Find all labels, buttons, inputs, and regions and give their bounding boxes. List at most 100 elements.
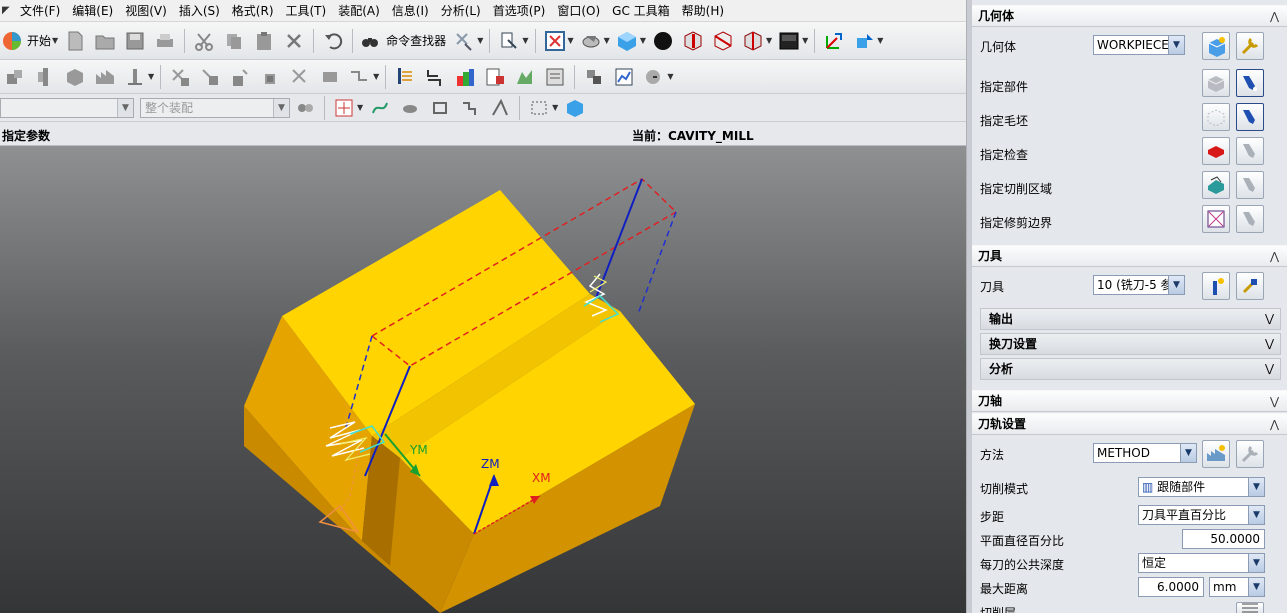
assembly-scope-combo[interactable]: 整个装配 ▼	[140, 97, 290, 118]
select-filter-icon[interactable]	[450, 27, 478, 55]
delete-object-icon[interactable]	[286, 63, 314, 91]
chevron-down-icon[interactable]: ⋁	[1265, 359, 1274, 379]
tool-path-icon[interactable]	[346, 63, 374, 91]
specify-trim-boundary-button[interactable]	[1202, 205, 1230, 233]
menu-file[interactable]: 文件(F)	[14, 0, 66, 22]
chevron-down-icon[interactable]: ▼	[1168, 36, 1184, 54]
edit-tool-button[interactable]	[1236, 272, 1264, 300]
analysis-subsection[interactable]: 分析 ⋁	[980, 358, 1281, 380]
menu-insert[interactable]: 插入(S)	[173, 0, 226, 22]
specify-part-button[interactable]	[1202, 69, 1230, 97]
display-part-button[interactable]	[1236, 69, 1264, 97]
select-body-icon[interactable]	[561, 94, 589, 122]
save-icon[interactable]	[121, 27, 149, 55]
chevron-up-icon[interactable]: ⋀	[1270, 246, 1279, 267]
chevron-down-icon[interactable]: ▼	[373, 72, 379, 81]
tool-axis-section-header[interactable]: 刀轴 ⋁	[972, 390, 1287, 412]
print-icon[interactable]	[151, 27, 179, 55]
fit-view-icon[interactable]	[541, 27, 569, 55]
snap-feature-icon[interactable]	[486, 94, 514, 122]
snap-point-icon[interactable]	[330, 94, 358, 122]
menu-tools[interactable]: 工具(T)	[280, 0, 333, 22]
graphics-viewport[interactable]: YM ZM XM	[0, 146, 966, 613]
geometry-select[interactable]: WORKPIECE_C( ▼	[1093, 35, 1185, 55]
chevron-down-icon[interactable]: ▼	[1248, 578, 1264, 596]
copy-icon[interactable]	[220, 27, 248, 55]
delete-icon[interactable]	[280, 27, 308, 55]
wcs-dynamic-icon[interactable]	[850, 27, 878, 55]
menu-format[interactable]: 格式(R)	[226, 0, 280, 22]
chevron-down-icon[interactable]: ▼	[117, 98, 133, 117]
chevron-down-icon[interactable]: ▼	[802, 36, 808, 45]
verify-path-icon[interactable]	[451, 63, 479, 91]
create-method-icon[interactable]	[91, 63, 119, 91]
chevron-up-icon[interactable]: ⋀	[1270, 414, 1279, 435]
report-icon[interactable]	[610, 63, 638, 91]
cut-levels-button[interactable]	[1236, 602, 1264, 613]
rename-icon[interactable]	[316, 63, 344, 91]
chevron-down-icon[interactable]: ▼	[667, 72, 673, 81]
chevron-down-icon[interactable]: ▼	[604, 36, 610, 45]
new-method-button[interactable]	[1202, 440, 1230, 468]
specify-blank-button[interactable]	[1202, 103, 1230, 131]
create-operation-icon[interactable]	[121, 63, 149, 91]
chevron-down-icon[interactable]: ⋁	[1265, 334, 1274, 354]
path-settings-section-header[interactable]: 刀轨设置 ⋀	[972, 413, 1287, 435]
snap-body-icon[interactable]	[426, 94, 454, 122]
menu-analysis[interactable]: 分析(L)	[435, 0, 487, 22]
background-icon[interactable]	[775, 27, 803, 55]
display-cut-area-button[interactable]	[1236, 171, 1264, 199]
chevron-down-icon[interactable]: ▼	[357, 103, 363, 112]
menu-edit[interactable]: 编辑(E)	[66, 0, 119, 22]
menu-gc-toolbox[interactable]: GC 工具箱	[606, 0, 676, 22]
snap-curve-icon[interactable]	[366, 94, 394, 122]
tool-change-subsection[interactable]: 换刀设置 ⋁	[980, 333, 1281, 355]
edit-geometry-button[interactable]	[1236, 32, 1264, 60]
new-tool-button[interactable]	[1202, 272, 1230, 300]
cube-view-icon[interactable]	[613, 27, 641, 55]
chevron-down-icon[interactable]: ▼	[766, 36, 772, 45]
create-tool-icon[interactable]	[31, 63, 59, 91]
create-program-icon[interactable]	[1, 63, 29, 91]
rectangle-select-icon[interactable]	[525, 94, 553, 122]
section-view-icon[interactable]	[679, 27, 707, 55]
new-geometry-button[interactable]	[1202, 32, 1230, 60]
chevron-down-icon[interactable]: ▼	[477, 36, 483, 45]
replay-path-icon[interactable]	[421, 63, 449, 91]
type-filter-combo[interactable]: ▼	[0, 97, 134, 118]
menu-info[interactable]: 信息(I)	[386, 0, 435, 22]
menu-assembly[interactable]: 装配(A)	[332, 0, 386, 22]
copy-object-icon[interactable]	[196, 63, 224, 91]
flat-diameter-percent-input[interactable]: 50.0000	[1182, 529, 1265, 549]
post-process-icon[interactable]	[481, 63, 509, 91]
open-folder-icon[interactable]	[91, 27, 119, 55]
shop-doc-icon[interactable]	[541, 63, 569, 91]
machine-control-icon[interactable]	[511, 63, 539, 91]
shading-icon[interactable]	[577, 27, 605, 55]
display-blank-button[interactable]	[1236, 103, 1264, 131]
chevron-down-icon[interactable]: ▼	[52, 36, 58, 45]
clip-section-icon[interactable]	[739, 27, 767, 55]
command-finder-label[interactable]: 命令查找器	[386, 32, 446, 49]
method-select[interactable]: METHOD ▼	[1093, 443, 1197, 463]
display-check-button[interactable]	[1236, 137, 1264, 165]
menu-help[interactable]: 帮助(H)	[676, 0, 730, 22]
chevron-down-icon[interactable]: ▼	[877, 36, 883, 45]
chevron-up-icon[interactable]: ⋀	[1270, 6, 1279, 27]
chevron-down-icon[interactable]: ⋁	[1265, 309, 1274, 329]
chevron-down-icon[interactable]: ▼	[568, 36, 574, 45]
snap-component-icon[interactable]	[456, 94, 484, 122]
filter-settings-icon[interactable]	[291, 94, 319, 122]
chevron-down-icon[interactable]: ⋁	[1270, 391, 1279, 412]
chevron-down-icon[interactable]: ▼	[1168, 276, 1184, 294]
render-style-icon[interactable]	[649, 27, 677, 55]
generate-path-icon[interactable]	[391, 63, 419, 91]
chevron-down-icon[interactable]: ▼	[1248, 554, 1264, 572]
edit-section-icon[interactable]	[709, 27, 737, 55]
new-file-icon[interactable]	[61, 27, 89, 55]
max-distance-unit-select[interactable]: mm ▼	[1209, 577, 1265, 597]
chevron-down-icon[interactable]: ▼	[1248, 506, 1264, 524]
paste-icon[interactable]	[250, 27, 278, 55]
chevron-down-icon[interactable]: ▼	[640, 36, 646, 45]
chevron-down-icon[interactable]: ▼	[552, 103, 558, 112]
